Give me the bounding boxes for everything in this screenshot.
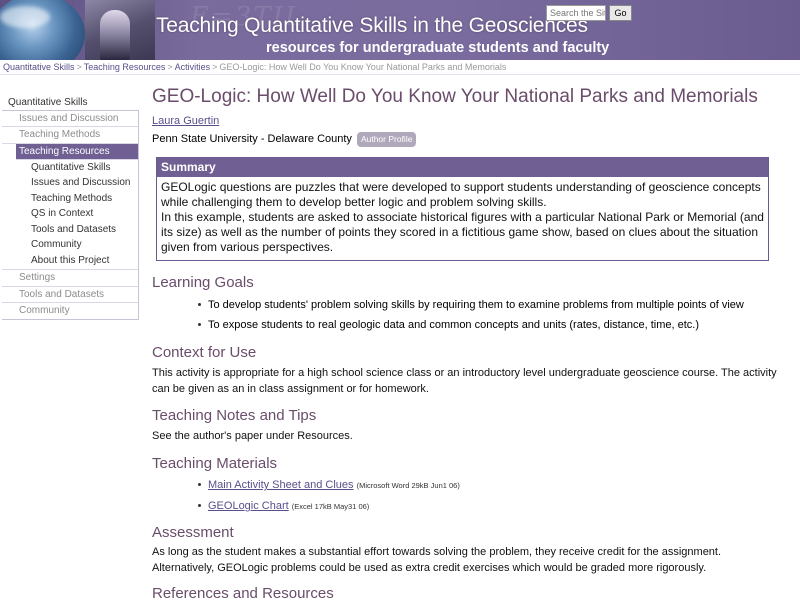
teacher-photo xyxy=(85,0,155,60)
list-item: Main Activity Sheet and Clues (Microsoft… xyxy=(198,478,782,499)
summary-body: GEOLogic questions are puzzles that were… xyxy=(157,177,768,260)
file-meta: (Microsoft Word 29kB Jun1 06) xyxy=(356,481,460,490)
sidebar-subitem-community[interactable]: Community xyxy=(2,237,138,253)
breadcrumb-teaching-resources[interactable]: Teaching Resources xyxy=(84,62,166,72)
geologic-chart-link[interactable]: GEOLogic Chart xyxy=(208,500,289,512)
sidebar-item-community[interactable]: Community xyxy=(2,303,138,319)
summary-heading: Summary xyxy=(157,158,768,177)
breadcrumb-current: GEO-Logic: How Well Do You Know Your Nat… xyxy=(219,62,507,72)
sidebar-subitem-about-project[interactable]: About this Project xyxy=(2,253,138,269)
breadcrumb-separator: > xyxy=(212,62,218,72)
breadcrumb-activities[interactable]: Activities xyxy=(175,62,211,72)
references-heading: References and Resources xyxy=(152,585,334,600)
site-title[interactable]: Teaching Quantitative Skills in the Geos… xyxy=(156,14,588,38)
summary-box: Summary GEOLogic questions are puzzles t… xyxy=(156,157,769,261)
breadcrumb-separator: > xyxy=(167,62,173,72)
summary-paragraph: GEOLogic questions are puzzles that were… xyxy=(161,180,761,209)
teaching-notes-heading: Teaching Notes and Tips xyxy=(152,407,317,424)
sidebar-subitem-issues-discussion[interactable]: Issues and Discussion xyxy=(2,175,138,191)
main-activity-sheet-link[interactable]: Main Activity Sheet and Clues xyxy=(208,479,354,491)
sidebar-subitem-quantitative-skills[interactable]: Quantitative Skills xyxy=(2,160,138,176)
summary-paragraph: In this example, students are asked to a… xyxy=(161,210,764,254)
sidebar-item-teaching-resources[interactable]: Teaching Resources xyxy=(16,143,138,160)
list-item: GEOLogic Chart (Excel 17kB May31 06) xyxy=(198,499,782,520)
learning-goals-list: To develop students' problem solving ski… xyxy=(152,298,782,338)
author-profile-button[interactable]: Author Profile xyxy=(356,131,417,147)
context-text: This activity is appropriate for a high … xyxy=(152,367,777,395)
learning-goals-heading: Learning Goals xyxy=(152,274,254,291)
assessment-heading: Assessment xyxy=(152,524,234,541)
author-link[interactable]: Laura Guertin xyxy=(152,115,782,129)
search-input[interactable]: Search the Site xyxy=(546,5,606,21)
teaching-notes-text: See the author's paper under Resources. xyxy=(152,430,353,442)
affiliation-text: Penn State University - Delaware County xyxy=(152,133,352,145)
search-go-button[interactable]: Go xyxy=(609,5,632,21)
sidebar-item-settings[interactable]: Settings xyxy=(2,270,138,287)
earth-globe-image xyxy=(0,0,85,60)
sidebar-submenu: Quantitative Skills Issues and Discussio… xyxy=(2,160,138,271)
teaching-materials-heading: Teaching Materials xyxy=(152,455,278,472)
sidebar-subitem-teaching-methods[interactable]: Teaching Methods xyxy=(2,191,138,207)
sidebar-subitem-tools-datasets[interactable]: Tools and Datasets xyxy=(2,222,138,238)
breadcrumb-divider xyxy=(0,74,800,75)
context-heading: Context for Use xyxy=(152,344,257,361)
teaching-materials-list: Main Activity Sheet and Clues (Microsoft… xyxy=(152,478,782,520)
author-affiliation: Penn State University - Delaware County … xyxy=(152,131,782,147)
main-content: GEO-Logic: How Well Do You Know Your Nat… xyxy=(152,86,782,600)
breadcrumb-separator: > xyxy=(76,62,82,72)
sidebar-item-teaching-methods[interactable]: Teaching Methods xyxy=(2,127,138,144)
sidebar-subitem-qs-in-context[interactable]: QS in Context xyxy=(2,206,138,222)
list-item: To expose students to real geologic data… xyxy=(198,318,782,338)
site-subtitle: resources for undergraduate students and… xyxy=(266,40,610,56)
page-title: GEO-Logic: How Well Do You Know Your Nat… xyxy=(152,86,758,107)
sidebar-item-issues-discussion[interactable]: Issues and Discussion xyxy=(2,111,138,128)
list-item: To develop students' problem solving ski… xyxy=(198,298,782,318)
breadcrumb-quantitative-skills[interactable]: Quantitative Skills xyxy=(3,62,75,72)
assessment-text: As long as the student makes a substanti… xyxy=(152,546,722,574)
sidebar-item-tools-datasets[interactable]: Tools and Datasets xyxy=(2,287,138,303)
sidebar-nav: Quantitative Skills Issues and Discussio… xyxy=(2,95,139,321)
file-meta: (Excel 17kB May31 06) xyxy=(291,502,370,511)
sidebar-menu-box: Issues and Discussion Teaching Methods T… xyxy=(2,110,139,321)
site-banner: E=3TIL Teaching Quantitative Skills in t… xyxy=(0,0,800,60)
sidebar-item-quantitative-skills[interactable]: Quantitative Skills xyxy=(2,95,139,110)
breadcrumb: Quantitative Skills > Teaching Resources > A… xyxy=(3,62,506,72)
